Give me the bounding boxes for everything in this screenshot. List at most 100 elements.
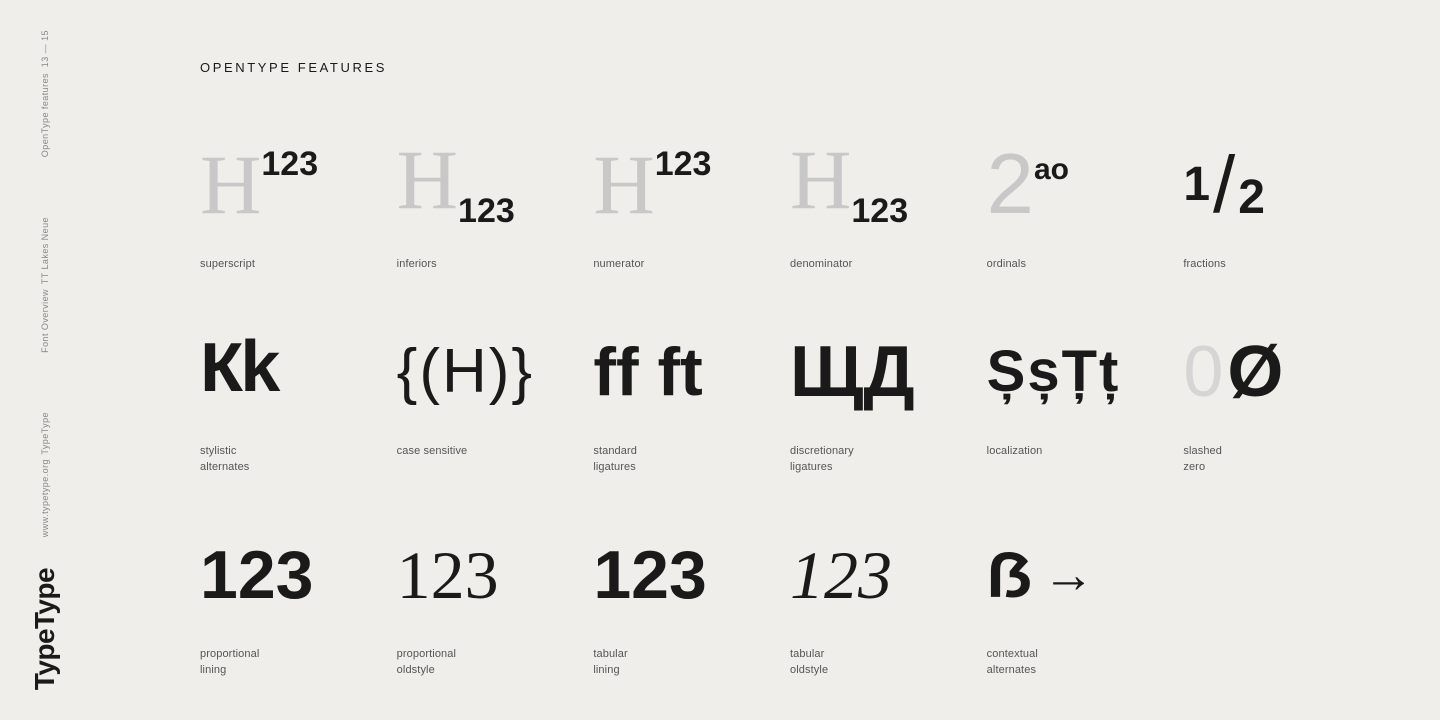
glyph-nums-tab-lin: 123 xyxy=(593,541,706,609)
font-subtitle: Font Overview xyxy=(39,289,52,353)
glyph-proportional-oldstyle: 123 xyxy=(397,515,499,635)
section-label: OpenType features xyxy=(39,73,52,157)
label-stylistic-line2: alternates xyxy=(200,460,249,475)
sidebar-font-info: TT Lakes Neue Font Overview xyxy=(39,217,52,352)
feature-numerator: H 123 numerator xyxy=(593,125,790,312)
label-fractions: fractions xyxy=(1183,257,1226,272)
label-standard-line2: ligatures xyxy=(593,460,636,475)
page-title: OPENTYPE FEATURES xyxy=(200,60,1380,75)
glyph-ordinal-sup: ao xyxy=(1034,153,1069,187)
glyph-context-pair: ẞ → xyxy=(987,543,1095,607)
glyph-zero-ghost: 0 xyxy=(1183,336,1223,408)
font-name: TT Lakes Neue xyxy=(39,217,52,284)
feature-contextual-alternates: ẞ → contextual alternates xyxy=(987,515,1184,718)
glyph-superscript: H 123 xyxy=(200,125,318,245)
page-range: 13 — 15 xyxy=(39,30,52,67)
label-contextual-2: alternates xyxy=(987,663,1036,678)
glyph-h-numerator: H xyxy=(593,147,654,224)
glyph-beta: ẞ xyxy=(987,543,1033,607)
label-inferiors: inferiors xyxy=(397,257,437,272)
feature-standard-ligatures: ff ft standard ligatures xyxy=(593,312,790,515)
label-prop-lining-1: proportional xyxy=(200,647,259,662)
glyph-fractions: 1 / 2 xyxy=(1183,125,1265,245)
label-denominator: denominator xyxy=(790,257,852,272)
glyph-ordinals: 2 ao xyxy=(987,125,1069,245)
feature-proportional-lining: 123 proportional lining xyxy=(200,515,397,718)
label-localization: localization xyxy=(987,444,1043,459)
glyph-nums-prop-old: 123 xyxy=(397,541,499,609)
main-content: OPENTYPE FEATURES H 123 superscript H 12… xyxy=(160,0,1440,720)
feature-tabular-lining: 123 tabular lining xyxy=(593,515,790,718)
glyph-ff-ft: ff ft xyxy=(593,338,702,406)
label-tab-oldstyle-1: tabular xyxy=(790,647,824,662)
glyph-denominator: H 123 xyxy=(790,125,908,245)
glyph-denominator-num: 123 xyxy=(851,194,908,228)
glyph-inferiors: H 123 xyxy=(397,125,515,245)
label-superscript: superscript xyxy=(200,257,255,272)
glyph-ordinal-num: 2 xyxy=(987,147,1034,224)
feature-stylistic-alternates: Кk stylistic alternates xyxy=(200,312,397,515)
glyph-h-denominator: H xyxy=(790,142,851,219)
glyph-h-inferiors: H xyxy=(397,142,458,219)
glyph-nums-tab-old: 123 xyxy=(790,541,892,609)
glyph-brackets: {(H)} xyxy=(397,341,534,403)
glyph-inferiors-num: 123 xyxy=(458,194,515,228)
feature-empty xyxy=(1183,515,1380,718)
label-prop-lining-2: lining xyxy=(200,663,226,678)
label-contextual-1: contextual xyxy=(987,647,1038,662)
glyph-zero-pair: 0 Ø xyxy=(1183,336,1283,408)
label-tab-oldstyle-2: oldstyle xyxy=(790,663,828,678)
brand-name: TypeType xyxy=(29,568,61,690)
glyph-frac-2: 2 xyxy=(1238,174,1265,222)
glyph-standard-ligatures: ff ft xyxy=(593,312,702,432)
glyph-discretionary-ligatures: ЩД xyxy=(790,312,915,432)
label-case-sensitive: case sensitive xyxy=(397,444,468,459)
feature-fractions: 1 / 2 fractions xyxy=(1183,125,1380,312)
feature-case-sensitive: {(H)} case sensitive xyxy=(397,312,594,515)
glyph-fraction-display: 1 / 2 xyxy=(1183,145,1265,225)
label-prop-oldstyle-2: oldstyle xyxy=(397,663,435,678)
glyph-frac-slash: / xyxy=(1213,145,1235,225)
label-slashed-line2: zero xyxy=(1183,460,1205,475)
features-grid: H 123 superscript H 123 inferiors H 123 xyxy=(200,125,1380,718)
label-standard-line1: standard xyxy=(593,444,637,459)
website: www.typetype.org xyxy=(39,459,52,537)
feature-discretionary-ligatures: ЩД discretionary ligatures xyxy=(790,312,987,515)
label-prop-oldstyle-1: proportional xyxy=(397,647,456,662)
feature-inferiors: H 123 inferiors xyxy=(397,125,594,312)
glyph-tabular-lining: 123 xyxy=(593,515,706,635)
label-discretionary-line1: discretionary xyxy=(790,444,854,459)
glyph-numerator-num: 123 xyxy=(655,147,712,181)
glyph-kk: Кk xyxy=(200,336,278,408)
company-name: TypeType xyxy=(39,412,52,455)
glyph-tabular-oldstyle: 123 xyxy=(790,515,892,635)
sidebar-company-info: TypeType www.typetype.org xyxy=(39,412,52,537)
feature-tabular-oldstyle: 123 tabular oldstyle xyxy=(790,515,987,718)
glyph-contextual-alternates: ẞ → xyxy=(987,515,1095,635)
label-slashed-line1: slashed xyxy=(1183,444,1222,459)
glyph-cyrillic-lig: ЩД xyxy=(790,336,915,408)
glyph-slashed-zero: 0 Ø xyxy=(1183,312,1283,432)
feature-denominator: H 123 denominator xyxy=(790,125,987,312)
feature-localization: ȘșȚț localization xyxy=(987,312,1184,515)
glyph-arrow: → xyxy=(1042,549,1094,601)
label-stylistic-line1: stylistic xyxy=(200,444,236,459)
sidebar-page-info: 13 — 15 OpenType features xyxy=(39,30,52,157)
feature-ordinals: 2 ao ordinals xyxy=(987,125,1184,312)
glyph-localization: ȘșȚț xyxy=(987,312,1121,432)
label-numerator: numerator xyxy=(593,257,644,272)
glyph-zero-slashed: Ø xyxy=(1227,336,1283,408)
glyph-stylistic-alternates: Кk xyxy=(200,312,278,432)
sidebar: 13 — 15 OpenType features TT Lakes Neue … xyxy=(0,0,90,720)
feature-superscript: H 123 superscript xyxy=(200,125,397,312)
glyph-superscript-num: 123 xyxy=(261,147,318,181)
glyph-proportional-lining: 123 xyxy=(200,515,313,635)
label-tab-lining-2: lining xyxy=(593,663,619,678)
glyph-case-sensitive: {(H)} xyxy=(397,312,534,432)
label-ordinals: ordinals xyxy=(987,257,1026,272)
glyph-nums-prop-lin: 123 xyxy=(200,541,313,609)
label-discretionary-line2: ligatures xyxy=(790,460,833,475)
glyph-frac-1: 1 xyxy=(1183,161,1210,209)
glyph-local-chars: ȘșȚț xyxy=(987,343,1121,401)
glyph-h-superscript: H xyxy=(200,147,261,224)
